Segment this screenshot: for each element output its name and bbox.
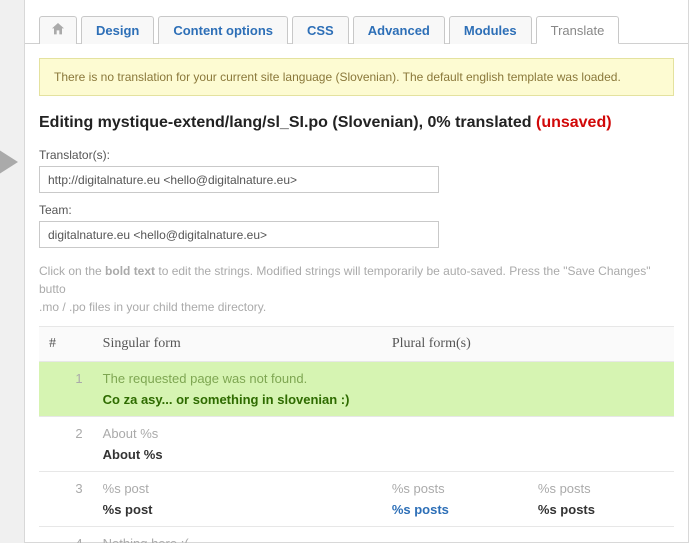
help-before: Click on the [39, 264, 105, 278]
translated-string[interactable]: About %s [103, 447, 664, 462]
original-string: Nothing here :( [103, 536, 664, 543]
table-row: 3 %s post %s post %s posts %s posts %s posts%… [39, 472, 674, 527]
page: Design Content options CSS Advanced Modu… [24, 0, 689, 543]
team-input[interactable] [39, 221, 439, 248]
table-cell: The requested page was not found. Co za a… [93, 362, 674, 417]
col-num: # [39, 327, 93, 362]
help-text: Click on the bold text to edit the strin… [39, 262, 674, 316]
translated-string[interactable]: Co za asy... or something in slovenian :… [103, 392, 664, 407]
help-line2: .mo / .po files in your child theme dire… [39, 300, 266, 314]
translation-table: # Singular form Plural form(s) 1The requ… [39, 326, 674, 543]
translator-field: Translator(s): [39, 148, 674, 193]
tab-translate[interactable]: Translate [536, 16, 620, 44]
table-row: 4Nothing here :(Nothing here :( [39, 527, 674, 543]
col-singular: Singular form [93, 327, 382, 362]
col-plural: Plural form(s) [382, 327, 674, 362]
translator-input[interactable] [39, 166, 439, 193]
team-label: Team: [39, 203, 674, 217]
heading-text: Editing mystique-extend/lang/sl_SI.po (S… [39, 114, 536, 131]
tab-modules[interactable]: Modules [449, 16, 532, 44]
original-string: The requested page was not found. [103, 371, 664, 386]
table-cell: About %s About %s [93, 417, 674, 472]
original-string: %s post [103, 481, 372, 496]
help-bold: bold text [105, 264, 155, 278]
table-cell: %s post %s post [93, 472, 382, 527]
table-cell: %s posts %s posts [382, 472, 528, 527]
original-string: About %s [103, 426, 664, 441]
side-pointer [0, 148, 18, 176]
row-number: 2 [39, 417, 93, 472]
row-number: 4 [39, 527, 93, 543]
table-row: 2 About %s About %s [39, 417, 674, 472]
table-cell: Nothing here :(Nothing here :( [93, 527, 674, 543]
translation-alert: There is no translation for your current… [39, 58, 674, 96]
tab-advanced[interactable]: Advanced [353, 16, 445, 44]
home-icon [50, 21, 66, 40]
tab-home[interactable] [39, 16, 77, 44]
row-number: 1 [39, 362, 93, 417]
table-row: 1 The requested page was not found. Co za … [39, 362, 674, 417]
unsaved-badge: (unsaved) [536, 114, 612, 131]
translator-label: Translator(s): [39, 148, 674, 162]
table-header-row: # Singular form Plural form(s) [39, 327, 674, 362]
translated-string[interactable]: %s post [103, 502, 372, 517]
original-string: %s posts [392, 481, 518, 496]
translated-string[interactable]: %s posts [392, 502, 518, 517]
content: There is no translation for your current… [25, 44, 688, 543]
alert-text: There is no translation for your current… [54, 70, 621, 84]
tabs: Design Content options CSS Advanced Modu… [25, 10, 688, 44]
tab-design[interactable]: Design [81, 16, 154, 44]
row-number: 3 [39, 472, 93, 527]
tab-content-options[interactable]: Content options [158, 16, 288, 44]
team-field: Team: [39, 203, 674, 248]
tab-css[interactable]: CSS [292, 16, 349, 44]
page-title: Editing mystique-extend/lang/sl_SI.po (S… [39, 114, 674, 132]
original-string: %s posts [538, 481, 664, 496]
table-cell: %s posts %s posts [528, 472, 674, 527]
translated-string[interactable]: %s posts [538, 502, 664, 517]
